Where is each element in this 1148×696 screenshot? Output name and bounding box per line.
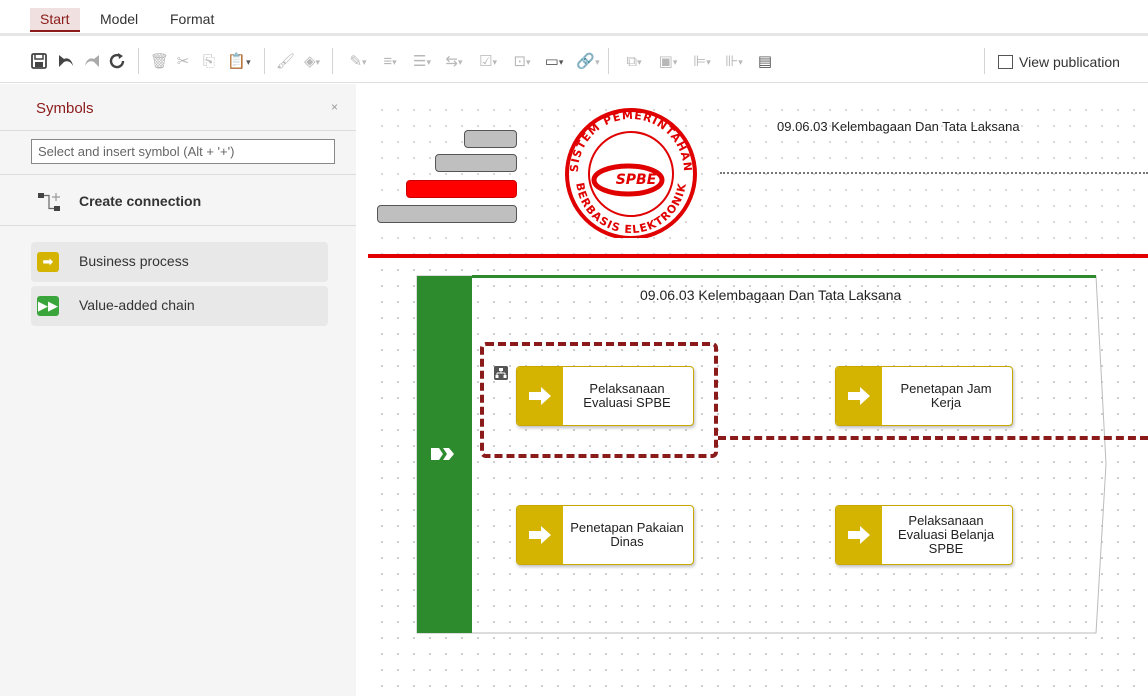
line-weight-icon[interactable]: ☰▾ bbox=[408, 51, 436, 73]
selection-highlight bbox=[480, 342, 718, 458]
save-icon[interactable] bbox=[30, 52, 48, 70]
arrange-icon[interactable]: ⇆▾ bbox=[440, 51, 468, 73]
tab-format[interactable]: Format bbox=[160, 8, 224, 32]
logo-bar bbox=[377, 205, 517, 223]
logo-bar-red bbox=[406, 180, 517, 198]
paste-icon[interactable]: 📋▾ bbox=[224, 51, 254, 73]
logo-bar bbox=[464, 130, 517, 148]
spbe-logo: SISTEM PEMERINTAHAN BERBASIS ELEKTRONIK … bbox=[565, 108, 697, 238]
view-publication-button[interactable]: View publication bbox=[998, 51, 1120, 73]
tab-model[interactable]: Model bbox=[90, 8, 148, 32]
process-label: Pelaksanaan Evaluasi Belanja SPBE bbox=[897, 513, 995, 556]
process-penetapan-jam-kerja[interactable]: Penetapan Jam Kerja bbox=[835, 366, 1013, 426]
symbol-label: Value-added chain bbox=[79, 297, 195, 313]
shape-options-icon[interactable]: ⊡▾ bbox=[508, 51, 536, 73]
publication-icon bbox=[998, 55, 1013, 69]
connector-type-icon[interactable]: ▭▾ bbox=[540, 51, 568, 73]
align-left-icon[interactable]: ⊫▾ bbox=[688, 51, 716, 73]
header-separator bbox=[368, 254, 1148, 258]
delete-icon[interactable]: 🗑 bbox=[150, 51, 169, 73]
symbols-panel: Symbols × Create connection ➡ Business p… bbox=[0, 84, 356, 696]
create-connection-label: Create connection bbox=[79, 193, 202, 209]
model-header: SISTEM PEMERINTAHAN BERBASIS ELEKTRONIK … bbox=[368, 96, 1148, 254]
process-label: Penetapan Pakaian Dinas bbox=[570, 520, 684, 549]
cut-icon[interactable]: ✂ bbox=[174, 51, 192, 73]
undo-icon[interactable] bbox=[56, 52, 76, 70]
panel-title: Symbols bbox=[36, 100, 94, 117]
view-publication-label: View publication bbox=[1019, 54, 1120, 70]
arrow-icon bbox=[836, 367, 882, 425]
process-label: Penetapan Jam Kerja bbox=[900, 381, 992, 410]
tab-start[interactable]: Start bbox=[30, 8, 80, 32]
symbol-search-input[interactable] bbox=[31, 139, 335, 164]
symbol-value-added-chain[interactable]: ▶▶ Value-added chain bbox=[31, 286, 328, 326]
link-icon[interactable]: 🔗▾ bbox=[574, 51, 602, 73]
distribute-icon[interactable]: ▣▾ bbox=[654, 51, 682, 73]
model-canvas[interactable]: SISTEM PEMERINTAHAN BERBASIS ELEKTRONIK … bbox=[368, 96, 1148, 696]
copy-icon[interactable]: ⎘ bbox=[200, 51, 218, 73]
logo-bar bbox=[435, 154, 517, 172]
value-chain-icon bbox=[431, 448, 454, 460]
chevron-icon: ▶▶ bbox=[37, 296, 59, 316]
group-icon[interactable]: ⧉▾ bbox=[620, 51, 648, 73]
edit-shape-icon[interactable]: ☑▾ bbox=[474, 51, 502, 73]
logo-center-text: SPBE bbox=[616, 172, 657, 188]
format-painter-icon[interactable]: 🖌 bbox=[276, 51, 295, 73]
arrow-icon: ➡ bbox=[37, 252, 59, 272]
process-pelaksanaan-evaluasi-belanja-spbe[interactable]: Pelaksanaan Evaluasi Belanja SPBE bbox=[835, 505, 1013, 565]
properties-icon[interactable]: ▤ bbox=[756, 51, 774, 73]
arrow-icon bbox=[517, 506, 563, 564]
arrow-icon bbox=[836, 506, 882, 564]
connection-icon bbox=[38, 193, 60, 211]
hierarchy-icon[interactable] bbox=[494, 366, 508, 380]
menu-bar: Start Model Format bbox=[0, 0, 1148, 36]
selection-connector bbox=[718, 436, 1148, 440]
pool-title: 09.06.03 Kelembagaan Dan Tata Laksana bbox=[640, 287, 902, 303]
symbol-label: Business process bbox=[79, 253, 189, 269]
line-style-icon[interactable]: ≡▾ bbox=[376, 51, 404, 73]
align-icon[interactable]: ⊪▾ bbox=[720, 51, 748, 73]
process-penetapan-pakaian-dinas[interactable]: Penetapan Pakaian Dinas bbox=[516, 505, 694, 565]
refresh-icon[interactable] bbox=[108, 52, 126, 70]
line-color-icon[interactable]: ✎▾ bbox=[344, 51, 372, 73]
close-icon[interactable]: × bbox=[331, 100, 338, 114]
model-header-title: 09.06.03 Kelembagaan Dan Tata Laksana bbox=[777, 119, 1020, 134]
symbol-business-process[interactable]: ➡ Business process bbox=[31, 242, 328, 282]
toolbar: 🗑 ✂ ⎘ 📋▾ 🖌 ◈▾ ✎▾ ≡▾ ☰▾ ⇆▾ ☑▾ ⊡▾ ▭▾ 🔗▾ ⧉▾… bbox=[0, 39, 1148, 83]
fill-color-icon[interactable]: ◈▾ bbox=[298, 51, 326, 73]
redo-icon[interactable] bbox=[82, 52, 102, 70]
